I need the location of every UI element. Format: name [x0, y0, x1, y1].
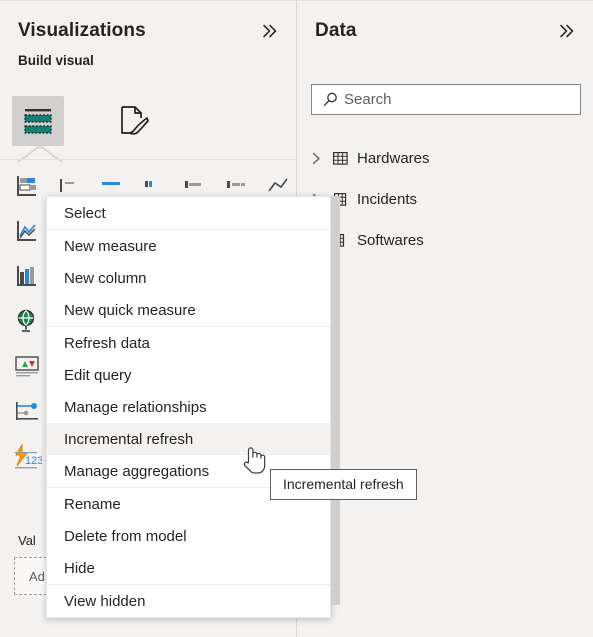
- visual-pane-tabs: [12, 96, 160, 146]
- menu-item-edit-query[interactable]: Edit query: [47, 359, 330, 391]
- menu-item-new-column[interactable]: New column: [47, 262, 330, 294]
- menu-item-label: Rename: [64, 495, 121, 513]
- search-placeholder: Search: [344, 91, 392, 108]
- build-visual-label: Build visual: [18, 53, 94, 68]
- visualizations-panel-title: Visualizations: [18, 20, 146, 41]
- context-menu: Select New measure New column New quick …: [46, 196, 331, 618]
- svg-text:123: 123: [25, 455, 42, 467]
- tree-item-incidents[interactable]: Incidents: [305, 184, 585, 214]
- menu-item-label: Select: [64, 204, 106, 222]
- data-panel-header: Data: [297, 10, 593, 52]
- menu-item-label: View hidden: [64, 592, 146, 610]
- menu-item-label: Manage relationships: [64, 398, 207, 416]
- context-menu-scrollbar[interactable]: [331, 196, 340, 605]
- tooltip-text: Incremental refresh: [283, 476, 404, 492]
- chevron-right-icon[interactable]: [305, 152, 327, 165]
- data-panel: Data Search Hardwares Incidents Software…: [296, 0, 593, 637]
- globe-map-icon[interactable]: [9, 302, 45, 340]
- tree-item-label: Incidents: [357, 190, 418, 208]
- menu-item-label: Hide: [64, 559, 95, 577]
- menu-item-label: Edit query: [64, 366, 132, 384]
- stacked-bars-icon: [24, 109, 52, 134]
- visualizations-panel-header: Visualizations: [0, 10, 296, 52]
- kpi-arrows-icon[interactable]: [9, 347, 45, 385]
- menu-item-hide[interactable]: Hide: [47, 552, 330, 584]
- tab-format-visual[interactable]: [108, 96, 160, 146]
- menu-item-select[interactable]: Select: [47, 197, 330, 229]
- menu-item-new-quick-measure[interactable]: New quick measure: [47, 294, 330, 326]
- search-icon: [320, 90, 340, 110]
- menu-item-view-hidden[interactable]: View hidden: [47, 585, 330, 617]
- pie-chart-icon[interactable]: [9, 257, 45, 295]
- data-panel-title: Data: [315, 20, 357, 41]
- menu-item-label: New column: [64, 269, 147, 287]
- menu-item-manage-relationships[interactable]: Manage relationships: [47, 391, 330, 423]
- chevron-double-right-icon[interactable]: [553, 18, 579, 44]
- menu-item-label: New quick measure: [64, 301, 196, 319]
- stacked-bar-chart-icon[interactable]: [9, 167, 45, 205]
- menu-item-label: Incremental refresh: [64, 430, 194, 448]
- tab-build-visual[interactable]: [12, 96, 64, 146]
- menu-item-incremental-refresh[interactable]: Incremental refresh: [47, 423, 330, 455]
- table-grid-icon: [327, 150, 353, 167]
- area-chart-icon[interactable]: [9, 212, 45, 250]
- menu-item-label: Refresh data: [64, 334, 150, 352]
- search-input[interactable]: Search: [311, 84, 581, 115]
- chevron-double-right-icon[interactable]: [256, 18, 282, 44]
- selected-tab-caret-icon: [18, 145, 62, 163]
- menu-item-new-measure[interactable]: New measure: [47, 230, 330, 262]
- tree-item-label: Hardwares: [357, 149, 430, 167]
- tree-item-label: Softwares: [357, 231, 424, 249]
- menu-item-label: Delete from model: [64, 527, 187, 545]
- tree-item-hardwares[interactable]: Hardwares: [305, 143, 585, 173]
- menu-item-label: New measure: [64, 237, 157, 255]
- menu-item-delete-from-model[interactable]: Delete from model: [47, 520, 330, 552]
- power-bi-panels-screenshot: Visualizations Build visual 123 Val Ad D…: [0, 0, 593, 637]
- tooltip: Incremental refresh: [270, 469, 417, 500]
- values-field-well-label: Val: [18, 533, 36, 548]
- fx-123-icon[interactable]: 123: [9, 437, 45, 475]
- slicer-list-icon[interactable]: [9, 392, 45, 430]
- tree-item-softwares[interactable]: Softwares: [305, 225, 585, 255]
- paintbrush-page-icon: [121, 106, 149, 135]
- visualizations-divider: [0, 159, 296, 160]
- menu-item-label: Manage aggregations: [64, 462, 210, 480]
- menu-item-refresh-data[interactable]: Refresh data: [47, 327, 330, 359]
